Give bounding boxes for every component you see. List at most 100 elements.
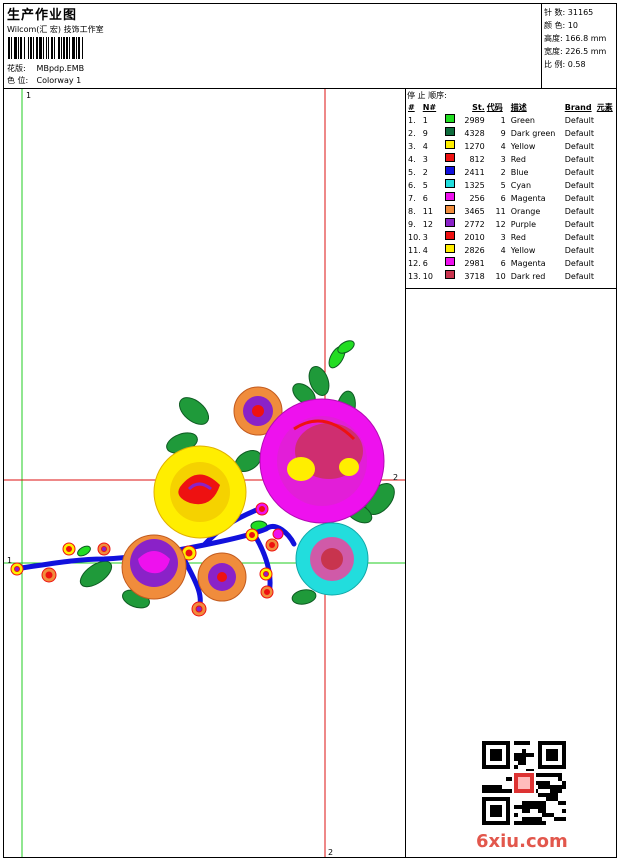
row-brand: Default: [564, 207, 594, 216]
color-swatch: [444, 270, 455, 279]
row-brand: Default: [564, 220, 594, 229]
row-index: 13.: [408, 272, 421, 281]
row-description: Blue: [510, 168, 529, 177]
row-needle: 10: [422, 272, 433, 281]
table-row: 4. 3 812 3 Red Default: [407, 153, 615, 166]
col-brand: Brand: [564, 103, 592, 112]
row-needle: 12: [422, 220, 433, 229]
row-needle: 4: [422, 142, 428, 151]
row-stitches: 3718: [444, 270, 486, 283]
col-description: 描述: [510, 103, 527, 112]
row-code: 2: [500, 168, 506, 177]
row-needle: 3: [422, 155, 428, 164]
row-element: [596, 231, 615, 244]
row-description: Orange: [510, 207, 541, 216]
row-brand: Default: [564, 155, 594, 164]
table-row: 13. 10 3718 10 Dark red Default: [407, 270, 615, 283]
row-code: 1: [500, 116, 506, 125]
stop-sequence-title: 停 止 顺序:: [407, 91, 447, 100]
floral-design: [10, 340, 395, 617]
colorway-label: 色 位:: [7, 76, 29, 85]
guide-label-red-right: 2: [393, 473, 398, 482]
table-row: 3. 4 1270 4 Yellow Default: [407, 140, 615, 153]
color-swatch: [444, 218, 455, 227]
table-row: 11. 4 2826 4 Yellow Default: [407, 244, 615, 257]
watermark-logo: 6xiu.com: [476, 831, 568, 852]
row-stitches: 1325: [444, 179, 486, 192]
row-element: [596, 127, 615, 140]
stats-panel: 针 数: 31165 颜 色: 10 高度: 166.8 mm 宽度: 226.…: [541, 4, 616, 89]
design-canvas: 1 1 2 2: [4, 89, 406, 857]
table-row: 6. 5 1325 5 Cyan Default: [407, 179, 615, 192]
row-code: 10: [495, 272, 506, 281]
row-element: [596, 218, 615, 231]
row-element: [596, 153, 615, 166]
color-swatch: [444, 140, 455, 149]
row-code: 4: [500, 142, 506, 151]
row-description: Yellow: [510, 246, 536, 255]
design-label: 花版:: [7, 64, 26, 73]
guide-label-green-top: 1: [26, 91, 31, 100]
row-description: Green: [510, 116, 535, 125]
row-index: 2.: [408, 129, 416, 138]
stat-scale: 比 例: 0.58: [544, 60, 586, 69]
row-needle: 1: [422, 116, 428, 125]
row-code: 6: [500, 194, 506, 203]
colorway-row: 色 位: Colorway 1: [7, 75, 81, 86]
row-brand: Default: [564, 116, 594, 125]
color-swatch: [444, 244, 455, 253]
table-row: 12. 6 2981 6 Magenta Default: [407, 257, 615, 270]
row-element: [596, 244, 615, 257]
row-element: [596, 257, 615, 270]
guide-label-green-left: 1: [7, 556, 12, 565]
col-stitches: St.: [472, 103, 485, 112]
color-swatch: [444, 179, 455, 188]
table-row: 9. 12 2772 12 Purple Default: [407, 218, 615, 231]
row-needle: 6: [422, 259, 428, 268]
row-needle: 4: [422, 246, 428, 255]
row-code: 3: [500, 155, 506, 164]
qr-code[interactable]: [482, 741, 566, 825]
color-swatch: [444, 192, 455, 201]
row-brand: Default: [564, 168, 594, 177]
row-description: Cyan: [510, 181, 532, 190]
row-description: Red: [510, 155, 526, 164]
row-code: 4: [500, 246, 506, 255]
row-needle: 6: [422, 194, 428, 203]
row-element: [596, 205, 615, 218]
row-index: 9.: [408, 220, 416, 229]
row-index: 6.: [408, 181, 416, 190]
stat-colors: 颜 色: 10: [544, 21, 578, 30]
row-brand: Default: [564, 233, 594, 242]
row-description: Magenta: [510, 194, 546, 203]
row-index: 7.: [408, 194, 416, 203]
row-stitches: 812: [444, 153, 486, 166]
row-element: [596, 192, 615, 205]
row-brand: Default: [564, 272, 594, 281]
color-swatch: [444, 166, 455, 175]
row-code: 12: [495, 220, 506, 229]
row-index: 3.: [408, 142, 416, 151]
side-panel: 停 止 顺序: # N# St. 代码 描述 Brand 元素 1. 1 2989 1…: [406, 89, 616, 857]
row-element: [596, 179, 615, 192]
table-row: 1. 1 2989 1 Green Default: [407, 114, 615, 127]
col-index: #: [408, 103, 415, 112]
color-swatch: [444, 153, 455, 162]
stat-stitches: 针 数: 31165: [544, 8, 594, 17]
row-brand: Default: [564, 129, 594, 138]
row-needle: 3: [422, 233, 428, 242]
color-swatch: [444, 231, 455, 240]
row-index: 4.: [408, 155, 416, 164]
row-stitches: 2411: [444, 166, 486, 179]
guide-label-red-bottom: 2: [328, 848, 333, 857]
row-needle: 11: [422, 207, 433, 216]
row-stitches: 2989: [444, 114, 486, 127]
col-element: 元素: [596, 103, 613, 112]
row-brand: Default: [564, 181, 594, 190]
row-stitches: 2010: [444, 231, 486, 244]
col-code: 代码: [486, 103, 503, 112]
barcode: [8, 37, 116, 59]
stat-width: 宽度: 226.5 mm: [544, 47, 607, 56]
row-stitches: 3465: [444, 205, 486, 218]
row-brand: Default: [564, 246, 594, 255]
